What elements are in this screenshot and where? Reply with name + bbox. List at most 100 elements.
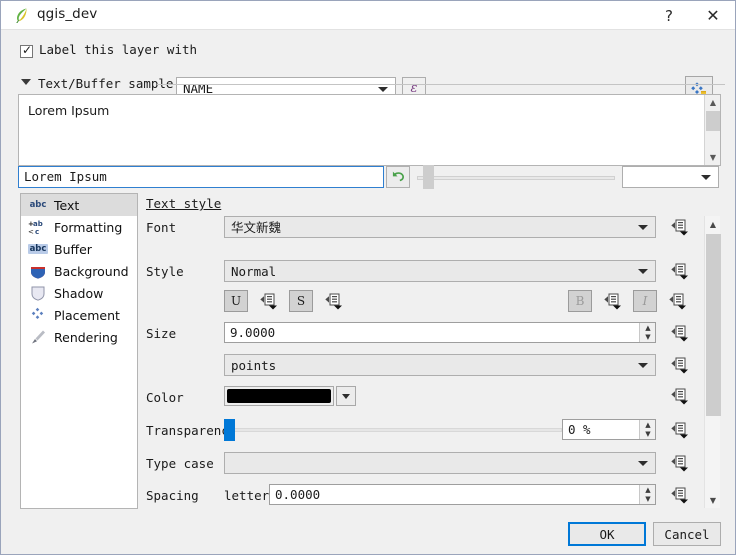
chevron-down-icon xyxy=(638,363,648,368)
sidebar-item-formatting[interactable]: + ab < c Formatting xyxy=(21,216,137,238)
scroll-up-icon[interactable]: ▲ xyxy=(705,216,721,232)
chevron-down-icon xyxy=(342,393,350,399)
text-color-swatch[interactable] xyxy=(224,386,334,406)
letter-spacing-data-defined-button[interactable] xyxy=(667,484,693,506)
svg-text:ab: ab xyxy=(33,220,43,228)
underline-data-defined-button[interactable] xyxy=(256,290,282,312)
close-button[interactable]: ✕ xyxy=(693,1,733,30)
revert-arrow-icon xyxy=(392,171,404,182)
preview-scrollbar[interactable]: ▲ ▼ xyxy=(704,95,720,165)
transparency-data-defined-button[interactable] xyxy=(667,419,693,441)
label-this-layer-checkbox[interactable]: ✓ xyxy=(20,44,33,58)
scroll-down-icon[interactable]: ▼ xyxy=(705,150,721,165)
transparency-slider-handle[interactable] xyxy=(224,419,235,441)
color-dropdown-button[interactable] xyxy=(336,386,356,406)
font-value: 华文新魏 xyxy=(231,220,282,235)
size-units-combobox[interactable]: points xyxy=(224,354,656,376)
scroll-down-icon[interactable]: ▼ xyxy=(705,492,721,508)
data-defined-override-icon xyxy=(671,487,688,503)
transparency-value: 0 % xyxy=(568,422,591,437)
label-layer-row: ✓ Label this layer with NAME ε xyxy=(1,31,735,101)
underline-toggle-button[interactable]: U xyxy=(224,290,248,312)
spin-down-icon[interactable]: ▼ xyxy=(640,495,656,505)
panel-scrollbar[interactable]: ▲ ▼ xyxy=(704,216,721,508)
revert-sample-button[interactable] xyxy=(386,166,410,188)
abc-buffer-icon: abc xyxy=(27,244,49,254)
text-buffer-sample-group-header[interactable]: Text/Buffer sample xyxy=(1,75,735,95)
bold-toggle-button[interactable]: B xyxy=(568,290,592,312)
transparency-slider-track[interactable] xyxy=(232,428,562,432)
sidebar-item-label: Text xyxy=(54,197,80,213)
data-defined-override-icon xyxy=(671,388,688,404)
size-units-data-defined-button[interactable] xyxy=(667,354,693,376)
window-title: qgis_dev xyxy=(37,6,98,22)
formatting-icon: + ab < c xyxy=(26,218,50,236)
cancel-button[interactable]: Cancel xyxy=(653,522,721,546)
size-data-defined-button[interactable] xyxy=(667,322,693,344)
sidebar-item-label: Formatting xyxy=(54,219,123,235)
label-this-layer-label: Label this layer with xyxy=(39,42,198,57)
panel-scrollbar-thumb[interactable] xyxy=(706,234,721,416)
strikethrough-data-defined-button[interactable] xyxy=(321,290,347,312)
sidebar-item-label: Buffer xyxy=(54,241,92,257)
preview-background-value xyxy=(629,167,696,187)
font-combobox[interactable]: 华文新魏 xyxy=(224,216,656,238)
transparency-spinbox[interactable]: 0 % ▲ ▼ xyxy=(562,419,656,440)
letter-spacing-spinbox[interactable]: 0.0000 ▲ ▼ xyxy=(269,484,656,505)
letter-spacing-spinner-buttons[interactable]: ▲ ▼ xyxy=(639,485,655,504)
spin-up-icon[interactable]: ▲ xyxy=(640,485,656,495)
spin-down-icon[interactable]: ▼ xyxy=(640,333,656,343)
collapse-triangle-icon[interactable] xyxy=(21,79,31,85)
spin-down-icon[interactable]: ▼ xyxy=(640,430,656,440)
sidebar-item-shadow[interactable]: Shadow xyxy=(21,282,137,304)
shadow-shape-icon xyxy=(26,284,50,302)
transparency-spinner-buttons[interactable]: ▲ ▼ xyxy=(639,420,655,439)
strikethrough-toggle-button[interactable]: S xyxy=(289,290,313,312)
text-sample-preview[interactable]: Lorem Ipsum ▲ ▼ xyxy=(18,94,721,166)
size-units-value: points xyxy=(231,358,277,373)
sidebar-item-background[interactable]: Background xyxy=(21,260,137,282)
svg-text:<: < xyxy=(28,228,34,236)
type-case-combobox[interactable] xyxy=(224,452,656,474)
preview-background-combobox[interactable] xyxy=(622,166,719,188)
font-data-defined-button[interactable] xyxy=(667,216,693,238)
sidebar-item-label: Rendering xyxy=(54,329,118,345)
preview-sample-text: Lorem Ipsum xyxy=(28,103,110,118)
size-spinner-buttons[interactable]: ▲ ▼ xyxy=(639,323,655,342)
size-value: 9.0000 xyxy=(230,325,276,340)
help-button[interactable]: ? xyxy=(649,1,689,30)
style-combobox[interactable]: Normal xyxy=(224,260,656,282)
style-data-defined-button[interactable] xyxy=(667,260,693,282)
sidebar-item-rendering[interactable]: Rendering xyxy=(21,326,137,348)
type-case-data-defined-button[interactable] xyxy=(667,452,693,474)
preview-zoom-slider-handle[interactable] xyxy=(423,165,434,189)
italic-toggle-button[interactable]: I xyxy=(633,290,657,312)
sidebar-item-placement[interactable]: Placement xyxy=(21,304,137,326)
sidebar-item-buffer[interactable]: abc Buffer xyxy=(21,238,137,260)
size-spinbox[interactable]: 9.0000 ▲ ▼ xyxy=(224,322,656,343)
type-case-label: Type case xyxy=(146,456,214,471)
ok-button[interactable]: OK xyxy=(568,522,646,546)
scroll-up-icon[interactable]: ▲ xyxy=(705,95,721,110)
letter-spacing-value: 0.0000 xyxy=(275,487,321,502)
preview-scrollbar-thumb[interactable] xyxy=(706,111,720,131)
labeling-dialog: qgis_dev ? ✕ ✓ Label this layer with NAM… xyxy=(0,0,736,555)
color-data-defined-button[interactable] xyxy=(667,385,693,407)
sample-text-input[interactable]: Lorem Ipsum xyxy=(18,166,384,188)
spacing-letter-label: letter xyxy=(224,488,270,503)
data-defined-override-icon xyxy=(671,455,688,471)
bold-data-defined-button[interactable] xyxy=(600,290,626,312)
data-defined-override-icon xyxy=(604,293,621,309)
sidebar-item-text[interactable]: abc Text xyxy=(21,194,137,216)
data-defined-override-icon xyxy=(671,219,688,235)
chevron-down-icon xyxy=(701,175,711,180)
spin-up-icon[interactable]: ▲ xyxy=(640,323,656,333)
data-defined-override-icon xyxy=(671,263,688,279)
sidebar-item-label: Placement xyxy=(54,307,120,323)
italic-data-defined-button[interactable] xyxy=(665,290,691,312)
title-bar: qgis_dev ? ✕ xyxy=(1,1,735,30)
spin-up-icon[interactable]: ▲ xyxy=(640,420,656,430)
preview-zoom-slider-track[interactable] xyxy=(417,176,615,180)
text-style-panel: Text style Font 华文新魏 Style Normal U S B … xyxy=(144,193,699,509)
type-case-value xyxy=(231,453,633,473)
